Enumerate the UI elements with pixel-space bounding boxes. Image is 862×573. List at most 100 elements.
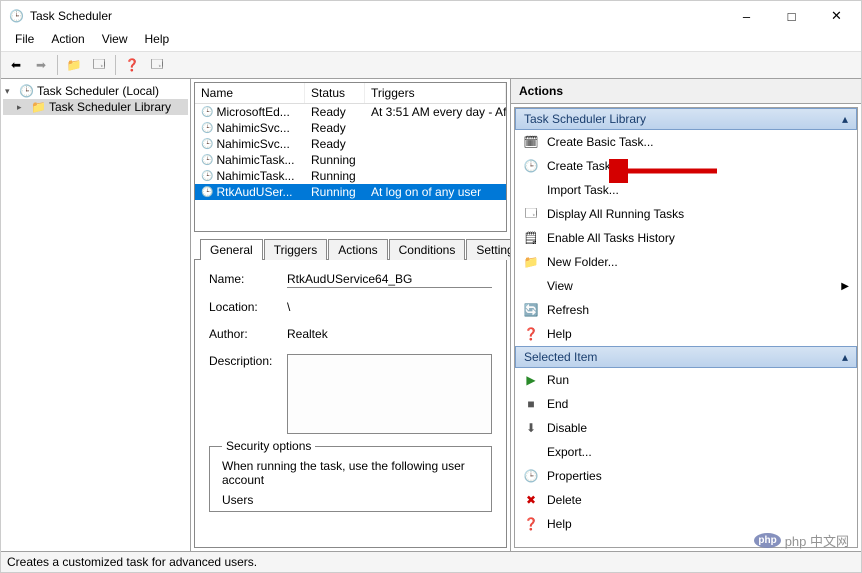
actions-section-library[interactable]: Task Scheduler Library ▴ xyxy=(515,108,857,130)
action-disable[interactable]: ⬇Disable xyxy=(515,416,857,440)
help-button[interactable]: ❓ xyxy=(121,54,143,76)
tree-library[interactable]: ▸ 📁 Task Scheduler Library xyxy=(3,99,188,115)
label-name: Name: xyxy=(209,272,287,286)
folder-icon: 📁 xyxy=(523,254,539,270)
action-create-task[interactable]: 🕒 Create Task... xyxy=(515,154,857,178)
col-triggers[interactable]: Triggers xyxy=(365,83,506,103)
cell-status: Running xyxy=(305,153,365,167)
blank-icon xyxy=(523,444,539,460)
properties-icon: 🕒 xyxy=(523,468,539,484)
action-end[interactable]: ■ End xyxy=(515,392,857,416)
action-label: Create Basic Task... xyxy=(547,135,654,149)
clock-icon: 🕒 xyxy=(201,107,213,118)
table-row[interactable]: 🕒NahimicSvc...Ready xyxy=(195,136,506,152)
label-description: Description: xyxy=(209,354,287,368)
tab-panel-general: Name: RtkAudUService64_BG Location: \ Au… xyxy=(194,260,507,548)
blank-icon xyxy=(523,278,539,294)
col-name[interactable]: Name xyxy=(195,83,305,103)
clock-icon: 🕒 xyxy=(201,171,213,182)
action-help[interactable]: ❓Help xyxy=(515,322,857,346)
toolbar-btn-3[interactable]: 🗔 xyxy=(146,54,168,76)
tree-pane: ▾ 🕒 Task Scheduler (Local) ▸ 📁 Task Sche… xyxy=(1,79,191,551)
action-refresh[interactable]: 🔄Refresh xyxy=(515,298,857,322)
cell-triggers: At log on of any user xyxy=(365,185,506,199)
action-delete[interactable]: ✖Delete xyxy=(515,488,857,512)
tab-conditions[interactable]: Conditions xyxy=(389,239,466,260)
section-label: Selected Item xyxy=(524,350,597,364)
menu-action[interactable]: Action xyxy=(43,31,92,51)
menu-file[interactable]: File xyxy=(7,31,42,51)
chevron-right-icon: ▶ xyxy=(841,281,849,292)
center-pane: Name Status Triggers 🕒MicrosoftEd...Read… xyxy=(191,79,511,551)
table-row[interactable]: 🕒NahimicSvc...Ready xyxy=(195,120,506,136)
table-row[interactable]: 🕒NahimicTask...Running xyxy=(195,168,506,184)
tab-settings[interactable]: Settings xyxy=(466,239,511,260)
action-import-task[interactable]: Import Task... xyxy=(515,178,857,202)
action-create-basic-task[interactable]: 🗓 Create Basic Task... xyxy=(515,130,857,154)
task-details: General Triggers Actions Conditions Sett… xyxy=(194,238,507,548)
action-label: Create Task... xyxy=(547,159,621,173)
blank-icon xyxy=(523,182,539,198)
clock-icon: 🕒 xyxy=(201,155,213,166)
cell-name: MicrosoftEd... xyxy=(216,105,289,119)
collapse-icon[interactable]: ▴ xyxy=(842,112,848,126)
actions-section-selected[interactable]: Selected Item ▴ xyxy=(515,346,857,368)
toolbar-btn-1[interactable]: 📁 xyxy=(63,54,85,76)
separator xyxy=(115,55,116,75)
forward-button[interactable]: ➡ xyxy=(30,54,52,76)
cell-status: Running xyxy=(305,169,365,183)
stop-icon: ■ xyxy=(523,396,539,412)
tree-root[interactable]: ▾ 🕒 Task Scheduler (Local) xyxy=(3,83,188,99)
action-label: Import Task... xyxy=(547,183,619,197)
cell-triggers: At 3:51 AM every day - After xyxy=(365,105,506,119)
action-new-folder[interactable]: 📁New Folder... xyxy=(515,250,857,274)
action-label: Properties xyxy=(547,469,602,483)
clock-icon: 🕒 xyxy=(523,158,539,174)
collapse-icon[interactable]: ▴ xyxy=(842,350,848,364)
action-properties[interactable]: 🕒 Properties xyxy=(515,464,857,488)
watermark: php php 中文网 xyxy=(754,531,849,550)
tab-general[interactable]: General xyxy=(200,239,263,260)
calendar-icon: 🗓 xyxy=(523,134,539,150)
close-button[interactable]: ✕ xyxy=(814,2,859,30)
table-row[interactable]: 🕒MicrosoftEd...ReadyAt 3:51 AM every day… xyxy=(195,104,506,120)
history-icon: 🗒 xyxy=(523,230,539,246)
maximize-button[interactable]: □ xyxy=(769,2,814,30)
tasks-icon: 🗔 xyxy=(523,206,539,222)
cell-status: Running xyxy=(305,185,365,199)
action-label: Help xyxy=(547,517,572,531)
table-row[interactable]: 🕒NahimicTask...Running xyxy=(195,152,506,168)
clock-icon: 🕒 xyxy=(201,123,213,134)
action-label: End xyxy=(547,397,568,411)
section-label: Task Scheduler Library xyxy=(524,112,646,126)
value-name[interactable]: RtkAudUService64_BG xyxy=(287,272,492,288)
clock-icon: 🕒 xyxy=(19,84,34,98)
folder-icon: 📁 xyxy=(31,100,46,114)
action-label: View xyxy=(547,279,573,293)
label-location: Location: xyxy=(209,300,287,314)
description-box[interactable] xyxy=(287,354,492,434)
table-row[interactable]: 🕒RtkAudUSer...RunningAt log on of any us… xyxy=(195,184,506,200)
action-enable-all-tasks-history[interactable]: 🗒Enable All Tasks History xyxy=(515,226,857,250)
action-label: Export... xyxy=(547,445,592,459)
menu-view[interactable]: View xyxy=(94,31,136,51)
chevron-right-icon[interactable]: ▸ xyxy=(17,102,28,113)
toolbar-btn-2[interactable]: 🗔 xyxy=(88,54,110,76)
action-view[interactable]: View ▶ xyxy=(515,274,857,298)
back-button[interactable]: ⬅ xyxy=(5,54,27,76)
php-icon: php xyxy=(754,533,780,548)
play-icon: ▶ xyxy=(523,372,539,388)
tab-actions[interactable]: Actions xyxy=(328,239,387,260)
tab-triggers[interactable]: Triggers xyxy=(264,239,328,260)
minimize-button[interactable]: – xyxy=(724,2,769,30)
action-run[interactable]: ▶Run xyxy=(515,368,857,392)
clock-icon: 🕒 xyxy=(201,187,213,198)
cell-status: Ready xyxy=(305,121,365,135)
chevron-down-icon[interactable]: ▾ xyxy=(5,86,16,97)
action-display-all-running-tasks[interactable]: 🗔Display All Running Tasks xyxy=(515,202,857,226)
action-label: Disable xyxy=(547,421,587,435)
menu-help[interactable]: Help xyxy=(137,31,178,51)
col-status[interactable]: Status xyxy=(305,83,365,103)
security-text: When running the task, use the following… xyxy=(222,459,479,487)
action-export[interactable]: Export... xyxy=(515,440,857,464)
